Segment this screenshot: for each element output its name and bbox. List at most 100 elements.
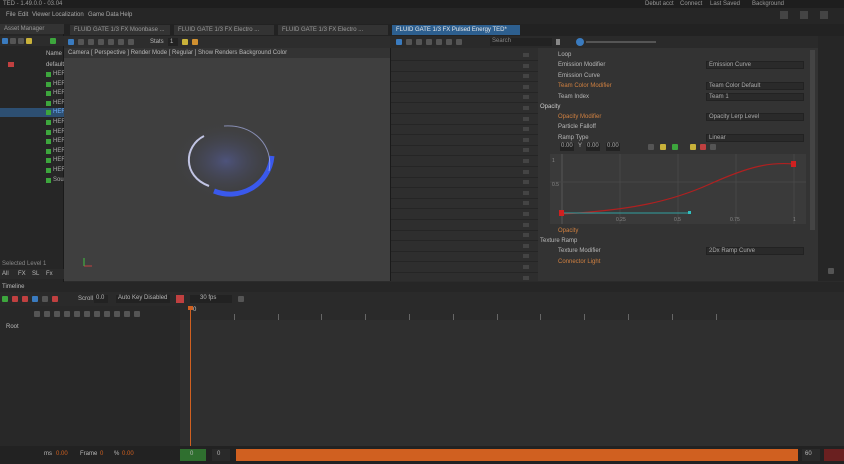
search-input[interactable]: Search — [490, 38, 552, 46]
row-scroll-icon[interactable] — [523, 180, 529, 185]
asset-item[interactable]: HER — [0, 147, 66, 156]
debut-label[interactable]: Debut acct — [645, 1, 674, 7]
wire-icon[interactable] — [98, 39, 104, 45]
curve-field-1[interactable]: 0.00 — [560, 143, 574, 151]
search-icon[interactable] — [576, 38, 584, 46]
asset-checkbox-icon[interactable] — [46, 72, 51, 77]
property-row[interactable]: Emission Curve — [538, 71, 818, 81]
property-value-dropdown[interactable]: Linear — [706, 133, 804, 142]
row-scroll-icon[interactable] — [523, 53, 529, 57]
asset-item[interactable]: HER — [0, 156, 66, 165]
asset-checkbox-icon[interactable] — [46, 110, 51, 116]
settings-icon[interactable] — [42, 296, 48, 302]
asset-checkbox-icon[interactable] — [46, 91, 51, 97]
asset-item[interactable]: HER — [0, 89, 66, 98]
timeline-track-area[interactable]: 0 — [180, 306, 844, 446]
row-scroll-icon[interactable] — [523, 169, 529, 174]
row-scroll-icon[interactable] — [523, 190, 529, 195]
prev-key-icon[interactable] — [44, 311, 50, 317]
menu-viewer[interactable]: Viewer — [32, 12, 50, 18]
property-row[interactable]: Loop — [538, 50, 818, 60]
menu-game-data[interactable]: Game Data — [88, 12, 119, 18]
key-icon[interactable] — [648, 144, 654, 150]
row-scroll-icon[interactable] — [523, 222, 529, 227]
record-icon[interactable] — [22, 296, 28, 302]
lock-icon[interactable] — [690, 144, 696, 150]
add-track-icon[interactable] — [2, 296, 8, 302]
property-value-dropdown[interactable]: Emission Curve — [706, 61, 804, 70]
property-row[interactable]: Team Index Team 1 — [538, 92, 818, 102]
property-row[interactable]: Texture Ramp — [538, 236, 818, 246]
refresh-icon[interactable] — [396, 39, 402, 45]
delete-key-icon[interactable] — [700, 144, 706, 150]
tab-moonbase[interactable]: FLUID GATE 1/3 FX Moonbase ... — [70, 25, 170, 35]
menu-file[interactable]: File — [6, 12, 16, 18]
viewport[interactable] — [64, 36, 390, 281]
camera-icon[interactable] — [68, 39, 74, 45]
first-frame-icon[interactable] — [34, 311, 40, 317]
row-scroll-icon[interactable] — [523, 84, 529, 89]
next-frame-icon[interactable] — [104, 311, 110, 317]
tab-electro-2[interactable]: FLUID GATE 1/3 FX Electro ... — [278, 25, 388, 35]
fps-dropdown[interactable]: 30 fps — [190, 295, 232, 303]
menu-localization[interactable]: Localization — [52, 12, 84, 18]
refresh-icon[interactable] — [2, 38, 8, 44]
property-row[interactable]: Particle Falloff — [538, 122, 818, 132]
prev-frame-icon[interactable] — [54, 311, 60, 317]
asset-checkbox-icon[interactable] — [46, 168, 51, 173]
auto-key-dropdown[interactable]: Auto Key Disabled — [116, 295, 170, 303]
snap-icon[interactable] — [238, 296, 244, 302]
viewport-options[interactable]: Camera [ Perspective ] Render Mode [ Reg… — [68, 50, 287, 56]
asset-item[interactable]: HER — [0, 70, 66, 79]
row-scroll-icon[interactable] — [523, 95, 529, 100]
play-icon[interactable] — [94, 311, 100, 317]
tab-pulsed-energy[interactable]: FLUID GATE 1/3 FX Pulsed Energy TED* — [392, 25, 520, 35]
magnet-icon[interactable] — [176, 295, 184, 303]
curve-field-2[interactable]: 0.00 — [586, 143, 600, 151]
property-value-dropdown[interactable]: 2Dx Ramp Curve — [706, 247, 804, 256]
property-row[interactable]: Emission Modifier Emission Curve — [538, 60, 818, 70]
properties-scrollbar[interactable] — [810, 50, 815, 230]
menu-edit[interactable]: Edit — [18, 12, 28, 18]
property-value-dropdown[interactable]: Team Color Default — [706, 82, 804, 91]
add-icon[interactable] — [50, 38, 56, 44]
section-opacity[interactable]: Opacity — [540, 104, 560, 110]
asset-checkbox-icon[interactable] — [46, 177, 51, 183]
row-scroll-icon[interactable] — [523, 127, 529, 132]
close-icon[interactable] — [820, 11, 828, 19]
property-row[interactable]: Opacity — [538, 226, 818, 236]
sun-icon[interactable] — [182, 39, 188, 45]
asset-item[interactable]: HER — [0, 118, 66, 127]
row-scroll-icon[interactable] — [523, 275, 529, 280]
footer-tab-fx[interactable]: FX — [18, 271, 26, 277]
range-end-input[interactable]: 60 — [802, 449, 820, 461]
maximize-icon[interactable] — [800, 11, 808, 19]
asset-checkbox-icon[interactable] — [46, 139, 51, 145]
curve-key-end[interactable] — [791, 161, 796, 167]
curve-key-start[interactable] — [559, 210, 564, 216]
property-row[interactable]: Team Color Modifier Team Color Default — [538, 81, 818, 91]
asset-checkbox-icon[interactable] — [46, 81, 51, 87]
row-scroll-icon[interactable] — [523, 254, 529, 259]
range-start-input[interactable]: 0 — [212, 449, 230, 461]
asset-checkbox-icon[interactable] — [46, 120, 51, 125]
dropdown-icon[interactable] — [556, 39, 560, 45]
track-root[interactable]: Root — [6, 324, 19, 330]
frame-icon[interactable] — [710, 144, 716, 150]
expand-icon[interactable] — [456, 39, 462, 45]
asset-item[interactable]: HER — [0, 108, 66, 118]
asset-manager-tab[interactable]: Asset Manager — [0, 24, 64, 34]
footer-tab-all[interactable]: All — [2, 271, 9, 277]
playhead[interactable] — [190, 306, 191, 446]
last-frame-icon[interactable] — [124, 311, 130, 317]
pause-icon[interactable] — [128, 39, 134, 45]
row-scroll-icon[interactable] — [523, 243, 529, 248]
loop-icon[interactable] — [32, 296, 38, 302]
undo-icon[interactable] — [436, 39, 442, 45]
opacity-curve-graph[interactable]: 1 0.25 0.5 0.75 1 0.5 — [550, 154, 806, 224]
grid-icon[interactable] — [78, 39, 84, 45]
redo-icon[interactable] — [446, 39, 452, 45]
tangent-icon[interactable] — [660, 144, 666, 150]
asset-checkbox-icon[interactable] — [46, 158, 51, 164]
zoom-slider[interactable] — [586, 41, 656, 43]
